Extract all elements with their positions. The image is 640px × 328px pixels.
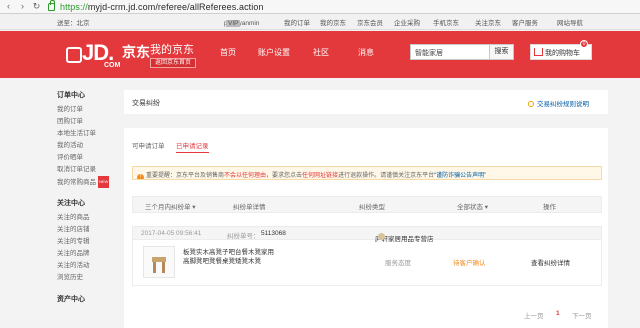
- site-header: JD. 京东 COM 我的京东 返回京东首页 首页 账户设置 社区 消息 智能家…: [0, 31, 640, 78]
- column-detail: 纠纷单详情: [233, 204, 266, 211]
- top-link[interactable]: 关注京东: [475, 17, 501, 27]
- reload-icon[interactable]: ↻: [32, 2, 41, 11]
- deliver-to[interactable]: 送至：北京: [57, 17, 90, 27]
- product-thumbnail[interactable]: [143, 246, 175, 278]
- column-type: 纠纷类型: [359, 204, 385, 211]
- top-link[interactable]: 客户服务: [512, 17, 538, 27]
- back-home-button[interactable]: 返回京东首页: [150, 58, 197, 68]
- search-button[interactable]: 搜索: [490, 44, 514, 60]
- top-link[interactable]: 手机京东: [433, 17, 459, 27]
- sidebar-item[interactable]: 关注的活动: [57, 260, 121, 272]
- my-jd-title: 我的京东: [150, 44, 194, 56]
- tab-applicable-orders[interactable]: 可申请订单: [132, 140, 165, 150]
- sidebar-group-title: 资产中心: [57, 296, 85, 303]
- sidebar-item[interactable]: 取消订单记录: [57, 164, 121, 176]
- prev-page-button[interactable]: 上一页: [524, 310, 544, 320]
- vip-badge: VIP: [226, 20, 241, 27]
- page-title: 交易纠纷: [132, 100, 160, 107]
- nav-community[interactable]: 社区: [313, 47, 329, 58]
- top-link[interactable]: 网站导航: [557, 17, 583, 27]
- tab-applied-records[interactable]: 已申请记录: [176, 140, 209, 153]
- sidebar-item[interactable]: 团购订单: [57, 116, 121, 128]
- search-input[interactable]: 智能家居: [410, 44, 490, 60]
- top-link[interactable]: 企业采购: [394, 17, 420, 27]
- top-link[interactable]: 京东会员: [357, 17, 383, 27]
- store-icon: [378, 233, 385, 240]
- sidebar-item[interactable]: 关注的专辑: [57, 236, 121, 248]
- new-badge: NEW: [98, 176, 110, 188]
- dispute-datetime: 2017-04-05 09:56:41: [141, 230, 202, 237]
- order-label: 纠纷单号：: [227, 233, 260, 240]
- filter-status-select[interactable]: 全部状态 ▾: [457, 201, 488, 211]
- sidebar-item[interactable]: 本地生活订单: [57, 128, 121, 140]
- sidebar-item[interactable]: 关注的品牌: [57, 248, 121, 260]
- warning-icon: !: [137, 174, 144, 179]
- dispute-panel: 可申请订单 已申请记录 ! 重要提醒：京东平台及销售商不会以任何理由，要求您点击任…: [124, 128, 608, 328]
- sidebar-item[interactable]: 我的活动: [57, 140, 121, 152]
- url-text[interactable]: https://myjd-crm.jd.com/referee/allRefer…: [60, 2, 264, 12]
- next-page-button[interactable]: 下一页: [572, 310, 592, 320]
- top-link[interactable]: 我的京东: [320, 17, 346, 27]
- view-dispute-detail-link[interactable]: 查看纠纷详情: [531, 257, 570, 267]
- status-badge: 待客户确认: [453, 260, 486, 267]
- nav-account-settings[interactable]: 账户设置: [258, 47, 290, 58]
- product-name[interactable]: 板凳实木高凳子吧台餐木凳家用高脚凳吧凳餐桌凳矮凳木凳: [183, 248, 278, 266]
- page-header-panel: 交易纠纷 交易纠纷规则说明: [124, 90, 608, 114]
- table-row-header: 2017-04-05 09:56:41 纠纷单号： 5113068 庐轩家居用品…: [132, 226, 602, 243]
- forward-arrow-icon[interactable]: ›: [18, 2, 27, 11]
- sidebar-item[interactable]: 关注的商品: [57, 212, 121, 224]
- sidebar: 订单中心 我的订单 团购订单 本地生活订单 我的活动 评价晒单 取消订单记录 我…: [57, 90, 121, 314]
- lightbulb-icon: [528, 101, 534, 107]
- back-arrow-icon[interactable]: ‹: [4, 2, 13, 11]
- sidebar-item[interactable]: 评价晒单: [57, 152, 121, 164]
- sidebar-item[interactable]: 浏览历史: [57, 272, 121, 284]
- cart-count-badge: 0: [580, 40, 588, 48]
- sidebar-group-title: 订单中心: [57, 92, 85, 99]
- sidebar-item[interactable]: 关注的店铺: [57, 224, 121, 236]
- top-link[interactable]: 我的订单: [284, 17, 310, 27]
- table-header: 三个月内纠纷单 ▾ 纠纷单详情 纠纷类型 全部状态 ▾ 操作: [132, 196, 602, 213]
- security-notice: ! 重要提醒：京东平台及销售商不会以任何理由，要求您点击任何网址链接进行退款操作。…: [132, 166, 602, 180]
- current-page[interactable]: 1: [556, 310, 560, 317]
- sidebar-group-title: 关注中心: [57, 200, 85, 207]
- sidebar-item[interactable]: 我的订单: [57, 104, 121, 116]
- dispute-rules-link[interactable]: 交易纠纷规则说明: [528, 98, 589, 108]
- dispute-type: 服务态度: [385, 260, 411, 267]
- sidebar-item[interactable]: 我的常购商品 NEW: [57, 176, 121, 188]
- table-row: 板凳实木高凳子吧台餐木凳家用高脚凳吧凳餐桌凳矮凳木凳 服务态度 待客户确认 查看…: [132, 240, 602, 286]
- joy-mascot-icon: [66, 47, 82, 63]
- filter-period-select[interactable]: 三个月内纠纷单 ▾: [145, 201, 196, 211]
- lock-icon: [48, 0, 55, 11]
- cart-icon: [534, 48, 543, 56]
- nav-home[interactable]: 首页: [220, 47, 236, 58]
- fraud-notice-link[interactable]: “谨防诈骗公告声明”: [434, 173, 486, 179]
- browser-address-bar[interactable]: ‹ › ↻ https://myjd-crm.jd.com/referee/al…: [0, 0, 640, 14]
- site-topbar: 送至：北京 pengyanmin VIP 我的订单 我的京东 京东会员 企业采购 …: [0, 14, 640, 30]
- column-action: 操作: [543, 204, 556, 211]
- dispute-number: 5113068: [261, 230, 286, 237]
- nav-messages[interactable]: 消息: [358, 47, 374, 58]
